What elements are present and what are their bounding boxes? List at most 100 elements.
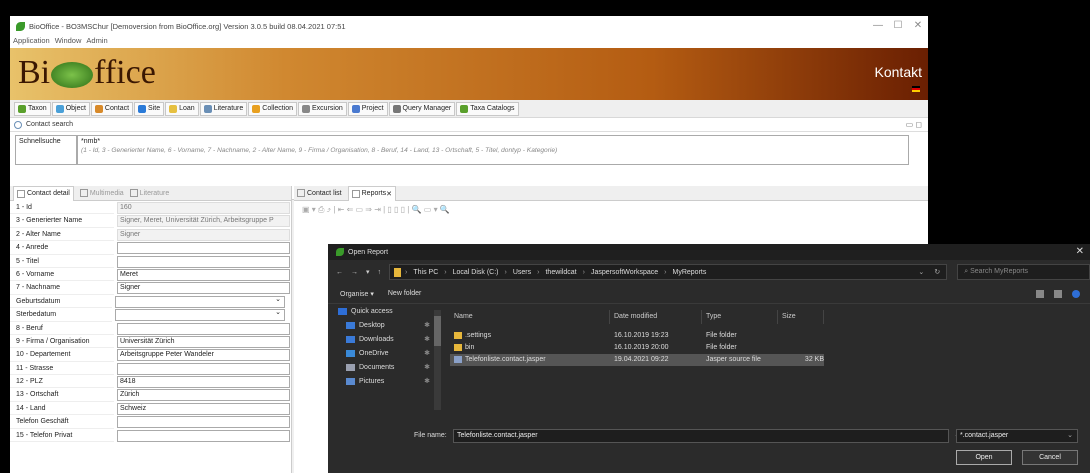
field-input[interactable] [115,309,286,322]
form-row: 15 - Telefon Privat [10,429,291,443]
toolbar-button-collection[interactable]: Collection [248,101,298,116]
nav-label: Documents [359,363,395,371]
field-input[interactable] [117,242,290,255]
tab-literature[interactable]: Literature [129,189,169,197]
chevron-down-icon[interactable]: ⌄ [918,268,924,276]
toolbar-button-literature[interactable]: Literature [199,101,248,116]
breadcrumb-item[interactable]: JaspersoftWorkspace [591,269,658,276]
file-row[interactable]: bin 16.10.2019 20:00 File folder [450,342,824,354]
address-bar[interactable]: › This PC › Local Disk (C:) › Users › thewildca… [389,264,948,280]
recent-chevron-icon[interactable]: ▾ [366,269,370,276]
form-row: 7 - Nachname Signer [10,281,291,295]
nav-item-downloads[interactable]: Downloads ✱ [336,332,434,346]
nav-item-onedrive[interactable]: OneDrive ✱ [336,346,434,360]
up-arrow-icon[interactable]: ↑ [378,269,382,276]
chevron-down-icon[interactable]: ⌄ [275,295,281,308]
field-input[interactable] [117,255,290,268]
help-icon[interactable] [1072,289,1080,298]
organise-menu[interactable]: Organise ▾ [340,290,374,298]
nav-scrollbar[interactable] [434,310,441,410]
tab-contact-detail[interactable]: Contact detail [13,185,74,201]
field-input[interactable] [117,416,290,429]
maximize-button[interactable]: ☐ [888,16,908,36]
toolbar-button-query-manager[interactable]: Query Manager [388,101,456,116]
dialog-close-button[interactable]: ✕ [1076,246,1084,257]
menu-window[interactable]: Window [55,36,82,48]
jasper-file-icon [454,355,462,363]
nav-item-desktop[interactable]: Desktop ✱ [336,318,434,332]
german-flag-icon[interactable] [912,86,920,92]
module-icon [460,104,469,113]
close-button[interactable]: ✕ [908,16,928,36]
nav-item-quick-access[interactable]: Quick access [336,304,434,318]
file-name-input[interactable]: Telefonliste.contact.jasper⌄ [453,429,960,443]
field-input[interactable] [117,362,290,375]
file-name-label: File name: [414,432,447,439]
field-input[interactable]: Arbeitsgruppe Peter Wandeler [117,349,290,362]
field-input[interactable]: 8418 [117,376,290,389]
field-input[interactable]: Universität Zürich [117,335,290,348]
column-header-name[interactable]: Name [450,310,610,324]
breadcrumb-item[interactable]: This PC [413,269,438,276]
toolbar-button-excursion[interactable]: Excursion [298,101,347,116]
toolbar-button-object[interactable]: Object [51,101,90,116]
file-type-select[interactable]: *.contact.jasper ⌄ [956,429,1078,443]
column-header-date-modified[interactable]: Date modified [610,310,702,324]
field-input[interactable]: Signer [117,282,290,295]
panel-window-controls[interactable]: ▭ ◻ [906,120,922,129]
file-row[interactable]: Telefonliste.contact.jasper 19.04.2021 09… [450,354,824,366]
module-icon [203,104,212,113]
field-input: Signer [117,228,290,241]
pin-icon: ✱ [424,378,430,385]
field-label: 4 - Anrede [10,241,114,255]
file-list-header: Name Date modified Type Size [450,310,1090,324]
breadcrumb-item[interactable]: MyReports [673,269,707,276]
menu-application[interactable]: Application [13,36,50,48]
field-input[interactable]: Zürich [117,389,290,402]
field-label: 9 - Firma / Organisation [10,335,114,349]
open-button[interactable]: Open [956,450,1012,465]
new-folder-button[interactable]: New folder [388,290,421,297]
toolbar-button-project[interactable]: Project [347,101,388,116]
search-myreports-input[interactable]: ⌕ Search MyReports [957,264,1090,280]
field-input[interactable]: Meret [117,268,290,281]
file-name-text: Telefonliste.contact.jasper [465,356,546,363]
menu-admin[interactable]: Admin [86,36,107,48]
column-header-type[interactable]: Type [702,310,778,324]
preview-pane-icon[interactable] [1054,289,1062,298]
refresh-icon[interactable]: ↻ [934,268,940,276]
view-options-icon[interactable] [1036,289,1044,298]
tab-reports[interactable]: Reports ✕ [347,185,397,201]
form-row: Telefon Geschäft [10,415,291,429]
breadcrumb-separator: › [582,268,585,276]
toolbar-button-loan[interactable]: Loan [165,101,199,116]
forward-arrow-icon[interactable]: → [351,269,358,276]
nav-item-pictures[interactable]: Pictures ✱ [336,374,434,388]
back-arrow-icon[interactable]: ← [336,269,343,276]
field-input[interactable] [117,322,290,335]
toolbar-label: Taxa Catalogs [470,105,515,112]
file-type: File folder [702,342,778,354]
toolbar-button-taxa-catalogs[interactable]: Taxa Catalogs [456,101,519,116]
breadcrumb-separator: › [405,268,408,276]
chevron-down-icon[interactable]: ⌄ [275,308,281,321]
field-input[interactable]: Schweiz [117,402,290,415]
file-row[interactable]: .settings 16.10.2019 19:23 File folder [450,330,824,342]
toolbar-button-taxon[interactable]: Taxon [14,101,51,116]
breadcrumb-item[interactable]: Local Disk (C:) [453,269,499,276]
toolbar-button-contact[interactable]: Contact [90,101,134,116]
minimize-button[interactable]: — [868,16,888,36]
nav-item-documents[interactable]: Documents ✱ [336,360,434,374]
breadcrumb-item[interactable]: thewildcat [545,269,576,276]
field-input[interactable] [117,429,290,442]
tab-multimedia[interactable]: Multimedia [79,189,124,197]
schnellsuche-input[interactable]: *nmb* (1 - Id, 3 - Generierter Name, 6 -… [77,135,909,165]
breadcrumb-item[interactable]: Users [513,269,531,276]
toolbar-button-site[interactable]: Site [134,101,165,116]
field-label: Sterbedatum [10,308,113,322]
search-icon [14,120,22,129]
cancel-button[interactable]: Cancel [1022,450,1078,465]
field-input[interactable] [115,295,286,308]
tab-contact-list[interactable]: Contact list [297,189,342,197]
column-header-size[interactable]: Size [778,310,824,324]
